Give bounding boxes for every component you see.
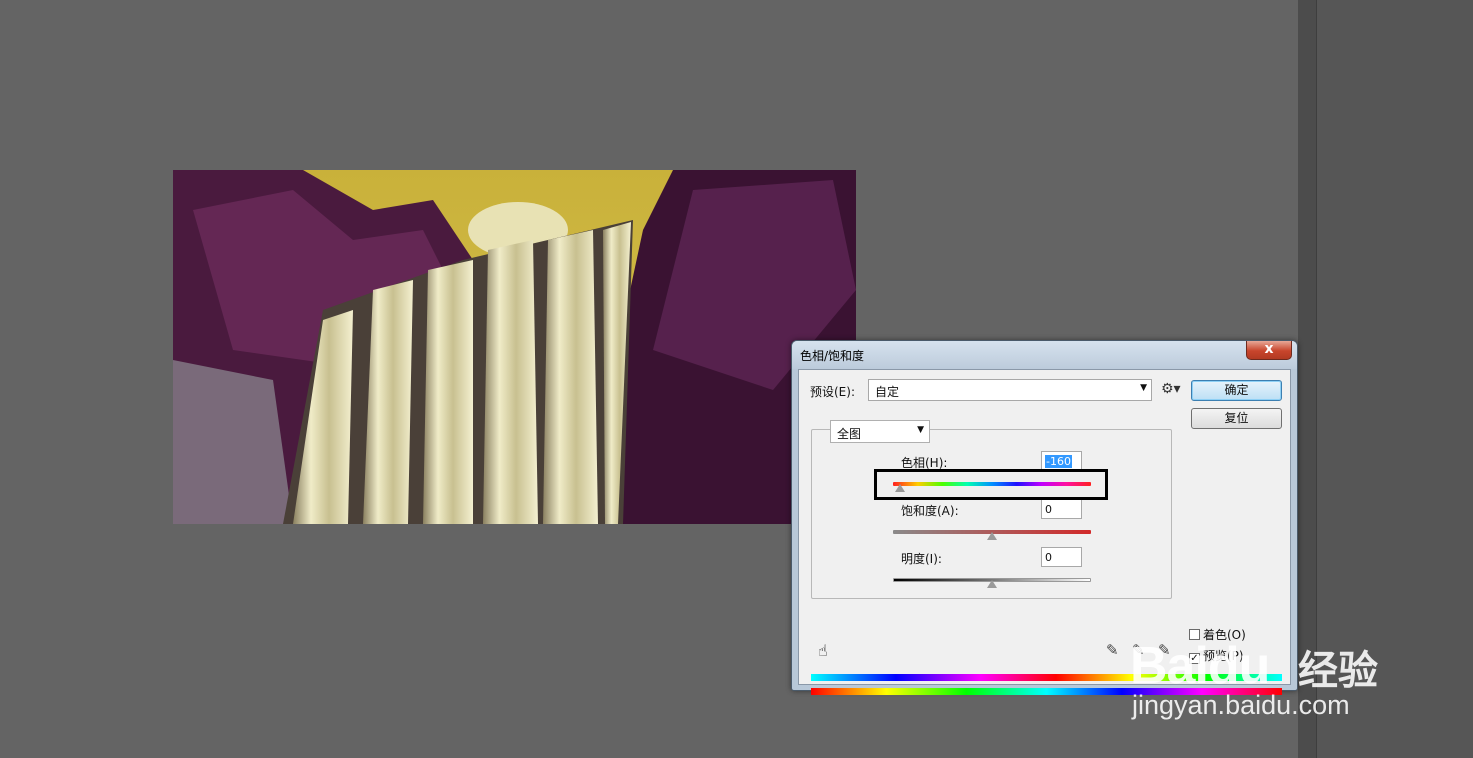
dialog-title: 色相/饱和度 — [800, 349, 865, 363]
preset-label: 预设(E): — [810, 385, 855, 399]
reset-button[interactable]: 复位 — [1191, 408, 1282, 429]
chevron-down-icon: ▼ — [1140, 383, 1147, 393]
close-button[interactable]: x — [1246, 341, 1292, 360]
watermark-url: jingyan.baidu.com — [1132, 690, 1350, 720]
gear-icon[interactable]: ⚙▾ — [1161, 381, 1181, 397]
saturation-slider-thumb[interactable] — [987, 532, 997, 540]
watermark-brand: Baidu — [1130, 637, 1270, 695]
channel-value: 全图 — [837, 427, 862, 441]
adjustment-group — [811, 429, 1172, 599]
targeted-adjustment-hand-icon[interactable]: ☝ — [818, 641, 828, 660]
dialog-titlebar[interactable]: 色相/饱和度 x — [792, 341, 1297, 369]
document-image[interactable] — [173, 170, 856, 524]
lightness-input[interactable]: 0 — [1041, 547, 1082, 567]
preset-value: 自定 — [875, 385, 900, 399]
chevron-down-icon: ▼ — [917, 425, 924, 435]
hue-value: -160 — [1045, 455, 1072, 468]
eyedropper-icon[interactable]: ✎ — [1106, 641, 1119, 659]
channel-select[interactable]: 全图 ▼ — [830, 420, 930, 443]
saturation-input[interactable]: 0 — [1041, 499, 1082, 519]
watermark-cn: 经验 — [1298, 648, 1378, 694]
hue-input[interactable]: -160 — [1041, 451, 1082, 471]
lightness-value: 0 — [1045, 551, 1052, 564]
lightness-label: 明度(I): — [901, 552, 942, 566]
saturation-value: 0 — [1045, 503, 1052, 516]
preset-select[interactable]: 自定 ▼ — [868, 379, 1152, 401]
lightness-slider-thumb[interactable] — [987, 580, 997, 588]
annotation-highlight-box — [874, 469, 1108, 500]
baidu-jingyan-watermark: Baidu 经验 jingyan.baidu.com — [1130, 598, 1400, 728]
saturation-label: 饱和度(A): — [901, 504, 959, 518]
ok-button[interactable]: 确定 — [1191, 380, 1282, 401]
